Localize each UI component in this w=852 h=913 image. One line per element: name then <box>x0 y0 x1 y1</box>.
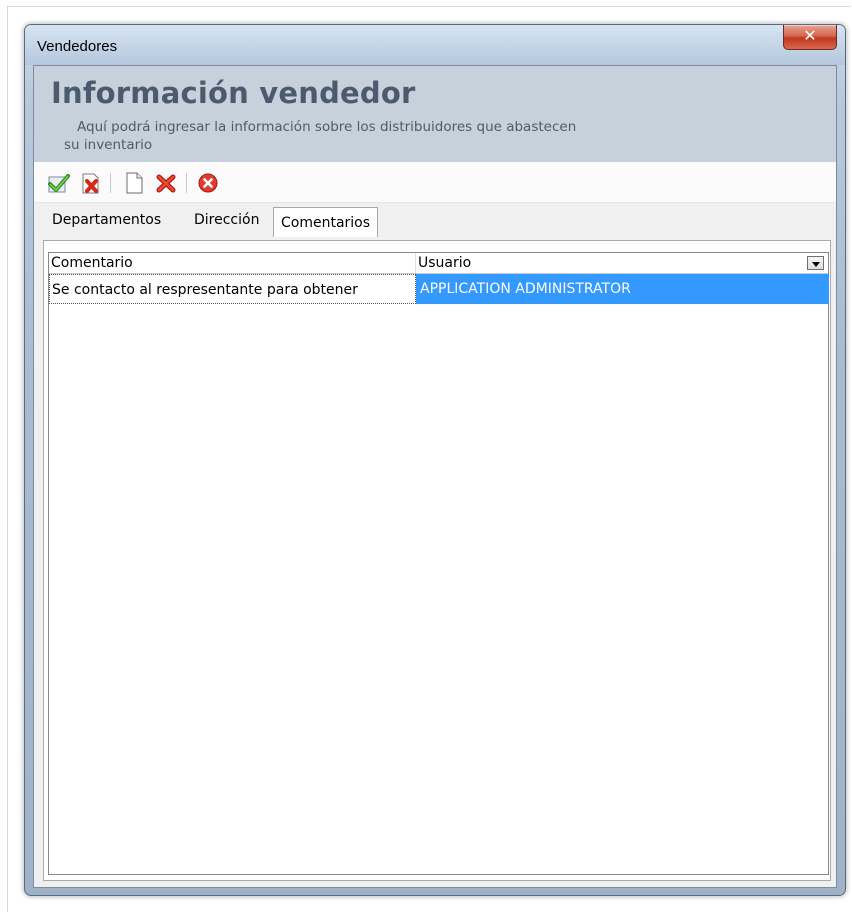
close-icon: ✕ <box>803 26 817 45</box>
column-header-usuario[interactable]: Usuario <box>416 253 828 273</box>
new-button[interactable] <box>122 171 146 195</box>
description-line-2: su inventario <box>64 137 153 153</box>
tab-comentarios[interactable]: Comentarios <box>273 207 379 237</box>
save-button[interactable] <box>46 171 70 195</box>
tab-departamentos[interactable]: Departamentos <box>47 211 166 229</box>
vendedores-window: Vendedores ✕ Información vendedor Aquí p… <box>24 24 846 896</box>
title-bar[interactable]: Vendedores ✕ <box>25 25 845 65</box>
cell-usuario[interactable]: APPLICATION ADMINISTRATOR <box>416 274 829 304</box>
comments-grid[interactable]: Comentario Usuario Se contacto al respre… <box>48 252 829 875</box>
delete-record-button[interactable] <box>78 171 102 195</box>
cell-comentario[interactable]: Se contacto al respresentante para obten… <box>49 274 416 304</box>
info-header: Información vendedor Aquí podrá ingresar… <box>34 66 836 162</box>
toolbar-separator <box>186 173 187 193</box>
save-check-icon <box>48 174 70 193</box>
delete-button[interactable] <box>154 171 178 195</box>
toolbar-separator <box>110 173 111 193</box>
table-row[interactable]: Se contacto al respresentante para obten… <box>49 274 829 304</box>
column-header-usuario-label: Usuario <box>418 255 472 271</box>
window-title: Vendedores <box>37 38 118 55</box>
window-client-area: Información vendedor Aquí podrá ingresar… <box>33 65 837 888</box>
column-dropdown-button[interactable] <box>807 256 824 270</box>
comentarios-panel: Comentario Usuario Se contacto al respre… <box>43 240 831 881</box>
column-header-comentario[interactable]: Comentario <box>49 253 416 273</box>
tab-direccion[interactable]: Dirección <box>189 211 264 229</box>
toolbar <box>34 162 836 203</box>
delete-document-icon <box>82 173 99 194</box>
description-line-1: Aquí podrá ingresar la información sobre… <box>77 119 577 135</box>
grid-header: Comentario Usuario <box>49 253 828 274</box>
page-description: Aquí podrá ingresar la información sobre… <box>64 118 697 154</box>
new-document-icon <box>126 172 143 194</box>
cancel-circle-icon <box>198 173 218 193</box>
cancel-button[interactable] <box>196 171 220 195</box>
page-title: Información vendedor <box>51 76 416 110</box>
delete-x-icon <box>156 174 176 193</box>
close-button[interactable]: ✕ <box>783 25 837 50</box>
tab-strip: Departamentos Dirección Comentarios <box>34 203 836 240</box>
